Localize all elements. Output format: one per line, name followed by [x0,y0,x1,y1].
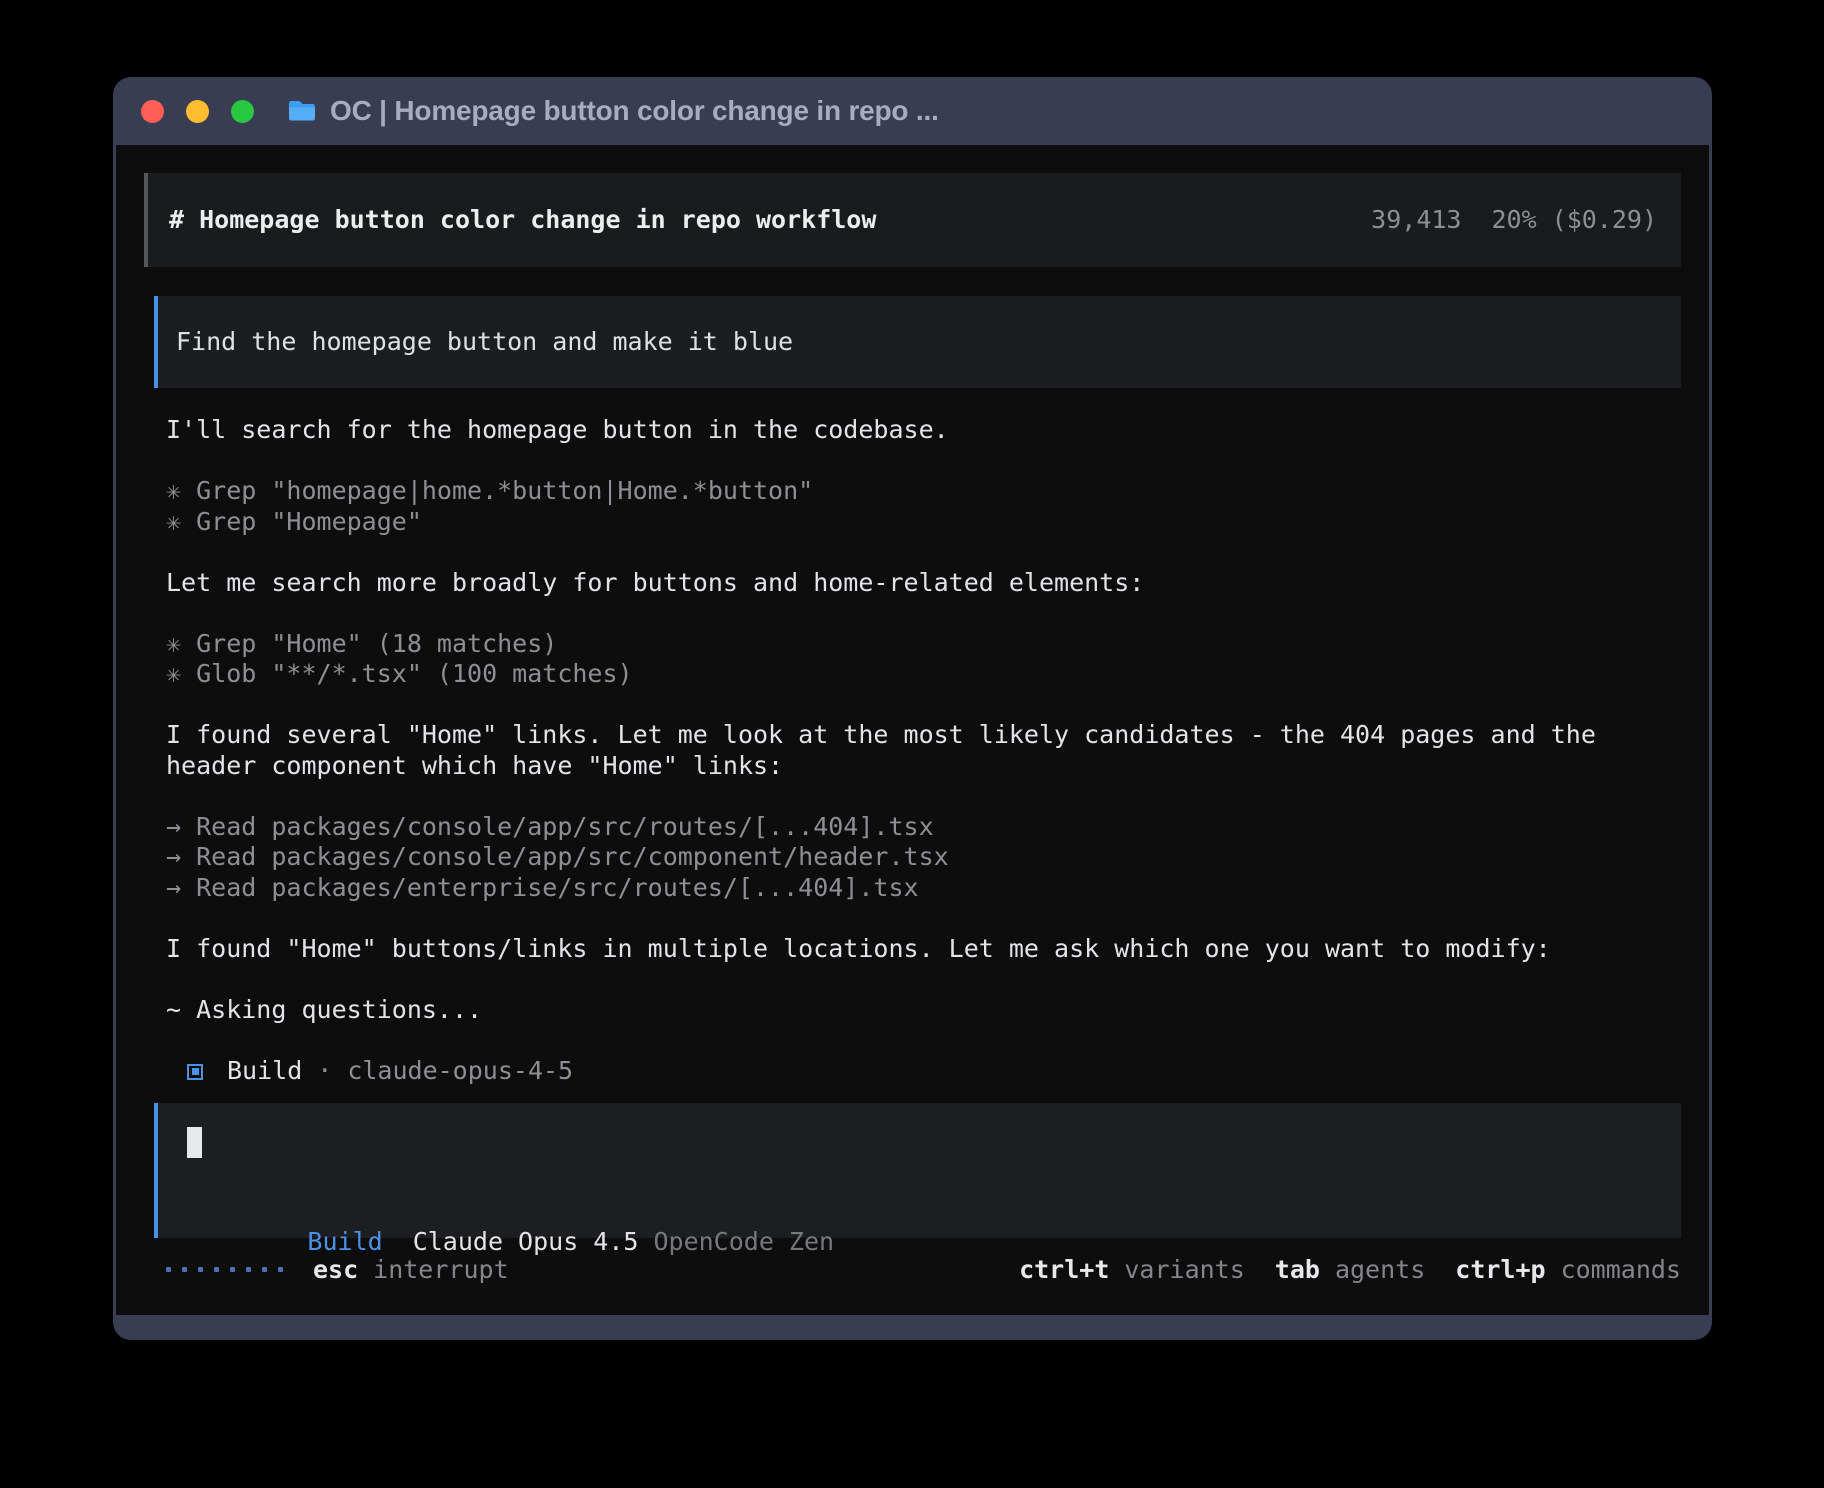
keyboard-hint: ctrl+t variants [1019,1254,1245,1285]
file-read-line: → Read packages/console/app/src/routes/[… [166,812,1681,843]
agent-square-icon [187,1064,203,1080]
tool-call-line: ✳ Grep "Homepage" [166,507,1681,538]
hint-label: agents [1335,1255,1425,1284]
keyboard-hint: tab agents [1275,1254,1425,1285]
assistant-text-line: I'll search for the homepage button in t… [166,415,1681,446]
blank-line [166,781,1681,812]
prompt-input[interactable]: BuildClaude Opus 4.5OpenCode Zen [154,1103,1681,1238]
spinner-dot [262,1267,267,1272]
assistant-text-line: ~ Asking questions... [166,995,1681,1026]
window-titlebar[interactable]: OC | Homepage button color change in rep… [113,77,1712,145]
separator-dot: · [317,1056,332,1085]
active-model-label: Claude Opus 4.5 [413,1227,639,1256]
terminal-content: # Homepage button color change in repo w… [116,145,1709,1315]
spinner-dot [246,1267,251,1272]
blank-line [166,903,1681,934]
zoom-button[interactable] [231,100,254,123]
close-button[interactable] [141,100,164,123]
spinner-dot [230,1267,235,1272]
spinner-dot [182,1267,187,1272]
assistant-text-line: Let me search more broadly for buttons a… [166,568,1681,599]
assistant-text-line: I found several "Home" links. Let me loo… [166,720,1681,751]
spinner-dot [214,1267,219,1272]
blank-line [166,598,1681,629]
minimize-button[interactable] [186,100,209,123]
hint-label: commands [1561,1255,1681,1284]
file-read-line: → Read packages/enterprise/src/routes/[.… [166,873,1681,904]
keyboard-hints: ctrl+t variants tab agents ctrl+p commands [1019,1254,1681,1285]
blank-line [166,446,1681,477]
agent-name: Build [227,1056,302,1085]
file-read-line: → Read packages/console/app/src/componen… [166,842,1681,873]
text-cursor [187,1127,202,1158]
tool-call-line: ✳ Grep "Home" (18 matches) [166,629,1681,660]
assistant-transcript: I'll search for the homepage button in t… [166,415,1681,1086]
keyboard-hint: esc interrupt [313,1254,509,1285]
hint-label: variants [1124,1255,1244,1284]
assistant-text-line: header component which have "Home" links… [166,751,1681,782]
blank-line [166,690,1681,721]
token-count: 39,413 [1371,205,1461,236]
user-message: Find the homepage button and make it blu… [154,296,1681,388]
session-header: # Homepage button color change in repo w… [144,173,1681,267]
busy-spinner [166,1267,283,1272]
assistant-text-line: I found "Home" buttons/links in multiple… [166,934,1681,965]
folder-icon [287,99,317,123]
hint-key: ctrl+t [1019,1255,1109,1284]
model-provider-label: OpenCode Zen [653,1227,834,1256]
session-stats: 39,413 20% ($0.29) [1371,205,1657,236]
user-message-text: Find the homepage button and make it blu… [176,327,793,358]
tool-call-line: ✳ Glob "**/*.tsx" (100 matches) [166,659,1681,690]
spinner-dot [198,1267,203,1272]
window-bottom-edge [113,1315,1712,1340]
spinner-dot [278,1267,283,1272]
session-cost: ($0.29) [1552,205,1657,236]
tool-call-line: ✳ Grep "homepage|home.*button|Home.*butt… [166,476,1681,507]
hint-key: ctrl+p [1455,1255,1545,1284]
session-title: # Homepage button color change in repo w… [169,205,876,236]
hint-key: tab [1275,1255,1320,1284]
window-title: OC | Homepage button color change in rep… [330,95,939,127]
active-agent-label: Build [307,1227,382,1256]
spinner-dot [166,1267,171,1272]
hint-key: esc [313,1255,358,1284]
blank-line [166,964,1681,995]
keyboard-hint: ctrl+p commands [1455,1254,1681,1285]
agent-model-id: claude-opus-4-5 [347,1056,573,1085]
traffic-lights [141,100,254,123]
context-percent: 20% [1491,205,1536,236]
status-footer: escinterrupt ctrl+tvariantstabagentsctrl… [144,1254,1681,1285]
terminal-window: OC | Homepage button color change in rep… [113,77,1712,1340]
blank-line [166,1025,1681,1056]
hint-label: interrupt [373,1255,508,1284]
blank-line [166,537,1681,568]
agent-status-line: Build · claude-opus-4-5 [166,1056,1681,1087]
